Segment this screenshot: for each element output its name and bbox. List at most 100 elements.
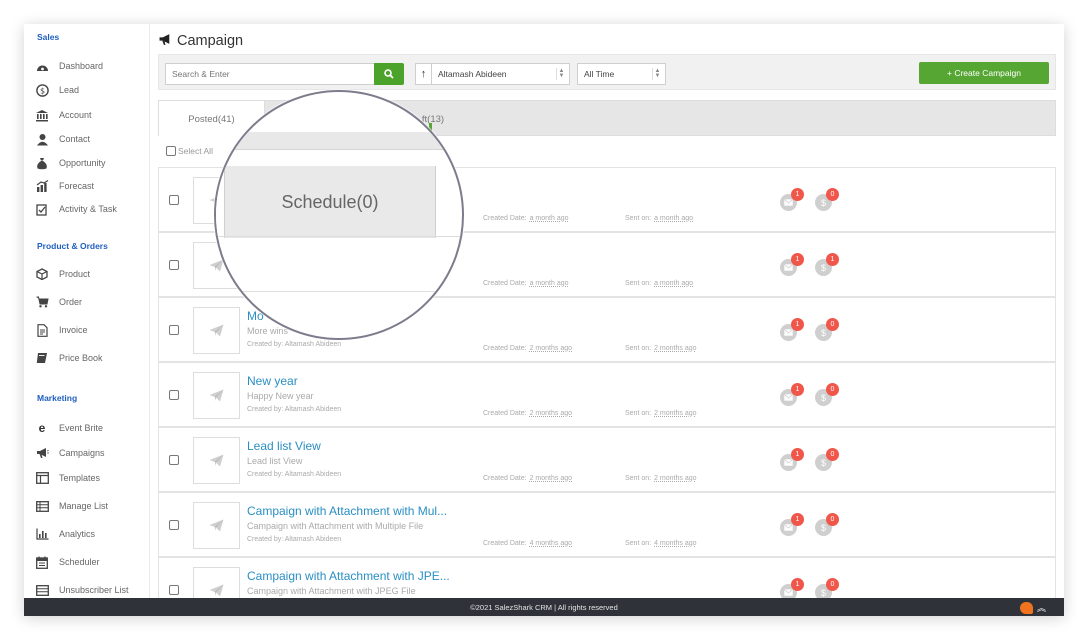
paper-plane-icon — [193, 372, 240, 419]
email-count-badge: 1 — [791, 253, 804, 266]
magnifier-divider — [216, 291, 462, 292]
campaign-row[interactable]: Campaign with Attachment with Mul... Camp… — [158, 492, 1056, 557]
row-checkbox[interactable] — [169, 260, 179, 270]
sidebar-item-price-book[interactable]: Price Book — [35, 350, 103, 366]
created-date-value: a month ago — [529, 215, 569, 222]
created-date-label: Created Date: — [483, 475, 527, 482]
period-select[interactable]: All Time ▲ ▼ — [577, 63, 666, 85]
created-date-value: a month ago — [529, 280, 569, 287]
created-date-value: 4 months ago — [529, 540, 573, 547]
created-date-value: 2 months ago — [529, 475, 573, 482]
sidebar-item-unsubscriber-list[interactable]: Unsubscriber List — [35, 582, 129, 598]
deal-count-badge: 0 — [826, 513, 839, 526]
magnifier-tabbar — [216, 132, 462, 150]
sidebar-item-label: Unsubscriber List — [59, 585, 129, 595]
chat-logo-icon[interactable] — [1019, 601, 1033, 614]
row-checkbox[interactable] — [169, 585, 179, 595]
sidebar-item-manage-list[interactable]: Manage List — [35, 498, 108, 514]
deal-count-badge: 0 — [826, 383, 839, 396]
email-count-badge: 1 — [791, 513, 804, 526]
campaign-title[interactable]: Campaign with Attachment with JPE... — [247, 569, 450, 583]
sidebar-item-product[interactable]: Product — [35, 266, 90, 282]
megaphone-icon — [158, 33, 173, 49]
campaign-title[interactable]: Lead list View — [247, 439, 321, 453]
sidebar-item-label: Templates — [59, 473, 101, 483]
campaign-row[interactable]: Lead list View Lead list View Created by: … — [158, 427, 1056, 492]
create-campaign-button[interactable]: + Create Campaign — [919, 62, 1049, 84]
campaign-title[interactable]: Campaign with Attachment with Mul... — [247, 504, 447, 518]
row-checkbox[interactable] — [169, 195, 179, 205]
money-bag-icon — [35, 156, 49, 170]
campaign-description: More wins — [247, 326, 289, 336]
owner-select[interactable]: Altamash Abideen ▲ ▼ — [431, 63, 570, 85]
select-all-checkbox[interactable] — [166, 146, 176, 156]
email-count-badge: 1 — [791, 318, 804, 331]
sidebar-item-opportunity[interactable]: Opportunity — [35, 155, 106, 171]
tab-schedule[interactable]: Schedule(0) — [224, 166, 436, 238]
sidebar-item-activity-task[interactable]: Activity & Task — [35, 201, 117, 217]
sidebar-item-analytics[interactable]: Analytics — [35, 526, 95, 542]
sidebar-item-contact[interactable]: Contact — [35, 131, 90, 147]
scroll-top-icon[interactable]: ︽ — [1037, 601, 1046, 614]
deal-count-badge: 0 — [826, 448, 839, 461]
created-date-label: Created Date: — [483, 280, 527, 287]
sidebar-item-label: Contact — [59, 134, 91, 144]
row-checkbox[interactable] — [169, 520, 179, 530]
paper-plane-icon — [193, 502, 240, 549]
sidebar-item-event-brite[interactable]: e Event Brite — [35, 420, 103, 436]
sent-date-value: a month ago — [654, 215, 693, 222]
search-input[interactable] — [165, 63, 375, 85]
sidebar-item-order[interactable]: Order — [35, 294, 82, 310]
sidebar-item-label: Forecast — [59, 181, 95, 191]
sidebar-section-products: Product & Orders — [37, 241, 108, 251]
created-date: Created Date: 2 months ago — [483, 410, 572, 417]
campaign-row[interactable]: New year Happy New year Created by: Altama… — [158, 362, 1056, 427]
page-title-text: Campaign — [177, 33, 244, 49]
sidebar-item-label: Invoice — [59, 325, 88, 335]
cart-icon — [35, 295, 49, 309]
search-icon — [384, 69, 394, 79]
sidebar-item-templates[interactable]: Templates — [35, 470, 100, 486]
row-checkbox[interactable] — [169, 455, 179, 465]
updown-caret-icon: ▲ ▼ — [556, 68, 566, 80]
campaign-title[interactable]: New year — [247, 374, 298, 388]
magnifier-lens: Schedule(0) — [214, 90, 464, 340]
created-date: Created Date: 2 months ago — [483, 475, 572, 482]
sidebar-item-campaigns[interactable]: Campaigns — [35, 445, 105, 461]
created-date-value: 2 months ago — [529, 410, 573, 417]
sidebar-item-invoice[interactable]: Invoice — [35, 322, 88, 338]
sent-date: Sent on: a month ago — [625, 280, 693, 287]
sent-date-value: 4 months ago — [654, 540, 697, 547]
sort-button[interactable]: ↑ — [415, 63, 432, 85]
campaign-description: Campaign with Attachment with Multiple F… — [247, 521, 424, 531]
created-date-label: Created Date: — [483, 410, 527, 417]
sent-date-label: Sent on: — [625, 410, 652, 417]
sidebar-item-account[interactable]: Account — [35, 107, 92, 123]
sidebar-item-forecast[interactable]: Forecast — [35, 178, 94, 194]
row-checkbox[interactable] — [169, 325, 179, 335]
sidebar-item-dashboard[interactable]: Dashboard — [35, 58, 103, 74]
contact-icon — [35, 132, 49, 146]
sent-date: Sent on: 2 months ago — [625, 475, 697, 482]
search-button[interactable] — [374, 63, 404, 85]
sent-date-label: Sent on: — [625, 215, 652, 222]
footer: ©2021 SalezShark CRM | All rights reserv… — [24, 598, 1064, 616]
sent-date: Sent on: 2 months ago — [625, 345, 697, 352]
sidebar-item-scheduler[interactable]: Scheduler — [35, 554, 100, 570]
row-checkbox[interactable] — [169, 390, 179, 400]
sidebar-section-marketing: Marketing — [37, 393, 78, 403]
select-all-label: Select All — [178, 146, 213, 156]
sidebar-item-lead[interactable]: $ Lead — [35, 82, 79, 98]
magnifier-divider — [216, 236, 462, 237]
paper-plane-icon — [193, 307, 240, 354]
sent-date-value: 2 months ago — [654, 345, 697, 352]
select-all[interactable]: Select All — [166, 146, 213, 156]
chart-icon — [35, 179, 49, 193]
sidebar-item-label: Dashboard — [59, 61, 104, 71]
megaphone-icon — [35, 446, 49, 460]
campaign-creator: Created by: Altamash Abideen — [247, 341, 342, 348]
sidebar-item-label: Opportunity — [59, 158, 106, 168]
email-count-badge: 1 — [791, 578, 804, 591]
sent-date-value: 2 months ago — [654, 475, 697, 482]
created-date-value: 2 months ago — [529, 345, 573, 352]
